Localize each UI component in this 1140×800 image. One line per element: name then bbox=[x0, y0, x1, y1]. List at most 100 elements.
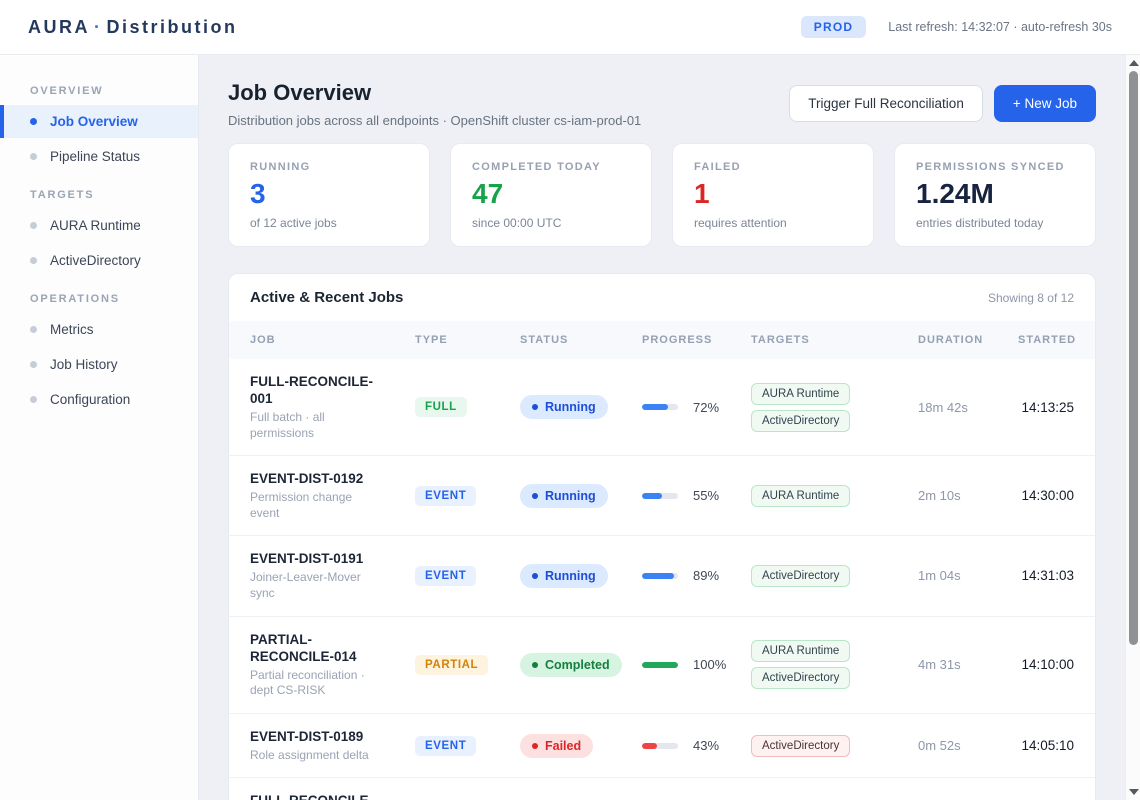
main-content: Job Overview Distribution jobs across al… bbox=[199, 55, 1125, 800]
scroll-down-icon[interactable] bbox=[1129, 789, 1139, 795]
status-dot-icon bbox=[532, 404, 538, 410]
table-row[interactable]: FULL-RECONCILE-001 Full batch · all perm… bbox=[229, 359, 1095, 455]
job-name: FULL-RECONCILE-000 bbox=[250, 792, 415, 800]
sidebar-item-label: Job Overview bbox=[50, 114, 138, 129]
stat-subtext: of 12 active jobs bbox=[250, 216, 408, 230]
job-started: 14:30:00 bbox=[1018, 488, 1074, 503]
job-name: PARTIAL-RECONCILE-014 bbox=[250, 631, 415, 665]
stat-card-running: RUNNING 3 of 12 active jobs bbox=[228, 143, 430, 247]
progress-bar bbox=[642, 573, 678, 579]
page-subtitle: Distribution jobs across all endpoints ·… bbox=[228, 113, 641, 128]
target-badge-activedirectory: ActiveDirectory bbox=[751, 410, 850, 432]
stat-label: PERMISSIONS SYNCED bbox=[916, 161, 1074, 173]
sidebar-item-pipeline-status[interactable]: Pipeline Status bbox=[0, 140, 198, 173]
job-type-badge: EVENT bbox=[415, 566, 476, 586]
sidebar-section-heading: OPERATIONS bbox=[0, 285, 198, 311]
status-dot-icon bbox=[532, 662, 538, 668]
page-title: Job Overview bbox=[228, 80, 641, 106]
stat-subtext: since 00:00 UTC bbox=[472, 216, 630, 230]
bullet-icon bbox=[30, 222, 37, 229]
progress-bar-fill bbox=[642, 493, 662, 499]
scroll-up-icon[interactable] bbox=[1129, 60, 1139, 66]
job-started: 14:31:03 bbox=[1018, 568, 1074, 583]
last-refresh-status: Last refresh: 14:32:07 · auto-refresh 30… bbox=[888, 20, 1112, 34]
target-badge-activedirectory: ActiveDirectory bbox=[751, 735, 850, 757]
status-dot-icon bbox=[532, 493, 538, 499]
target-badge-activedirectory: ActiveDirectory bbox=[751, 667, 850, 689]
progress-bar bbox=[642, 493, 678, 499]
target-badge-aura-runtime: AURA Runtime bbox=[751, 383, 850, 405]
column-header-duration: DURATION bbox=[918, 334, 1018, 346]
job-type-badge: PARTIAL bbox=[415, 655, 488, 675]
progress-bar bbox=[642, 743, 678, 749]
sidebar-item-label: ActiveDirectory bbox=[50, 253, 141, 268]
job-name: FULL-RECONCILE-001 bbox=[250, 373, 415, 407]
stat-label: COMPLETED TODAY bbox=[472, 161, 630, 173]
table-row[interactable]: FULL-RECONCILE-000 Scheduled nightly ful… bbox=[229, 777, 1095, 800]
status-dot-icon bbox=[532, 573, 538, 579]
job-started: 14:05:10 bbox=[1018, 738, 1074, 753]
environment-badge: PROD bbox=[801, 16, 866, 38]
sidebar-item-label: AURA Runtime bbox=[50, 218, 141, 233]
sidebar-item-configuration[interactable]: Configuration bbox=[0, 383, 198, 416]
status-text: Running bbox=[545, 489, 596, 503]
table-row[interactable]: PARTIAL-RECONCILE-014 Partial reconcilia… bbox=[229, 616, 1095, 713]
job-duration: 0m 52s bbox=[918, 738, 1018, 753]
stat-subtext: entries distributed today bbox=[916, 216, 1074, 230]
scrollbar-thumb[interactable] bbox=[1129, 71, 1138, 645]
stat-label: FAILED bbox=[694, 161, 852, 173]
jobs-table-count: Showing 8 of 12 bbox=[988, 291, 1074, 305]
column-header-status: STATUS bbox=[520, 334, 642, 346]
job-status-badge: Failed bbox=[520, 734, 593, 758]
table-row[interactable]: EVENT-DIST-0189 Role assignment delta EV… bbox=[229, 713, 1095, 778]
job-description: Joiner-Leaver-Mover sync bbox=[250, 570, 415, 601]
sidebar-item-aura-runtime[interactable]: AURA Runtime bbox=[0, 209, 198, 242]
sidebar-item-job-history[interactable]: Job History bbox=[0, 348, 198, 381]
progress-percent: 72% bbox=[693, 400, 719, 415]
job-type-badge: EVENT bbox=[415, 486, 476, 506]
column-header-job: JOB bbox=[250, 334, 415, 346]
trigger-full-reconciliation-button[interactable]: Trigger Full Reconciliation bbox=[789, 85, 983, 122]
sidebar-item-job-overview[interactable]: Job Overview bbox=[0, 105, 198, 138]
job-targets: AURA Runtime bbox=[751, 485, 918, 507]
progress-bar bbox=[642, 662, 678, 668]
job-description: Role assignment delta bbox=[250, 748, 415, 764]
job-name: EVENT-DIST-0191 bbox=[250, 550, 415, 567]
progress-bar-fill bbox=[642, 662, 678, 668]
jobs-table-title: Active & Recent Jobs bbox=[250, 289, 403, 306]
new-job-button[interactable]: + New Job bbox=[994, 85, 1096, 122]
column-header-type: TYPE bbox=[415, 334, 520, 346]
job-started: 14:10:00 bbox=[1018, 657, 1074, 672]
stat-value: 3 bbox=[250, 180, 408, 208]
target-badge-aura-runtime: AURA Runtime bbox=[751, 485, 850, 507]
job-name: EVENT-DIST-0189 bbox=[250, 728, 415, 745]
job-targets: AURA Runtime ActiveDirectory bbox=[751, 383, 918, 432]
progress-percent: 55% bbox=[693, 488, 719, 503]
table-row[interactable]: EVENT-DIST-0192 Permission change event … bbox=[229, 455, 1095, 535]
job-description: Full batch · all permissions bbox=[250, 410, 415, 441]
target-badge-aura-runtime: AURA Runtime bbox=[751, 640, 850, 662]
status-text: Running bbox=[545, 569, 596, 583]
table-row[interactable]: EVENT-DIST-0191 Joiner-Leaver-Mover sync… bbox=[229, 535, 1095, 615]
column-header-targets: TARGETS bbox=[751, 334, 918, 346]
job-type-badge: EVENT bbox=[415, 736, 476, 756]
status-text: Failed bbox=[545, 739, 581, 753]
job-name: EVENT-DIST-0192 bbox=[250, 470, 415, 487]
brand-separator: · bbox=[90, 17, 107, 37]
job-status-badge: Running bbox=[520, 564, 608, 588]
vertical-scrollbar[interactable] bbox=[1125, 55, 1140, 800]
stat-subtext: requires attention bbox=[694, 216, 852, 230]
stat-value: 1.24M bbox=[916, 180, 1074, 208]
app-header: AURA·Distribution PROD Last refresh: 14:… bbox=[0, 0, 1140, 55]
job-description: Permission change event bbox=[250, 490, 415, 521]
brand-module: Distribution bbox=[107, 17, 238, 37]
job-duration: 18m 42s bbox=[918, 400, 1018, 415]
job-duration: 2m 10s bbox=[918, 488, 1018, 503]
sidebar-item-metrics[interactable]: Metrics bbox=[0, 313, 198, 346]
bullet-icon bbox=[30, 257, 37, 264]
job-duration: 1m 04s bbox=[918, 568, 1018, 583]
sidebar-item-activedirectory[interactable]: ActiveDirectory bbox=[0, 244, 198, 277]
jobs-table-column-headers: JOBTYPESTATUSPROGRESSTARGETSDURATIONSTAR… bbox=[229, 321, 1095, 359]
job-targets: ActiveDirectory bbox=[751, 565, 918, 587]
job-type-badge: FULL bbox=[415, 397, 467, 417]
